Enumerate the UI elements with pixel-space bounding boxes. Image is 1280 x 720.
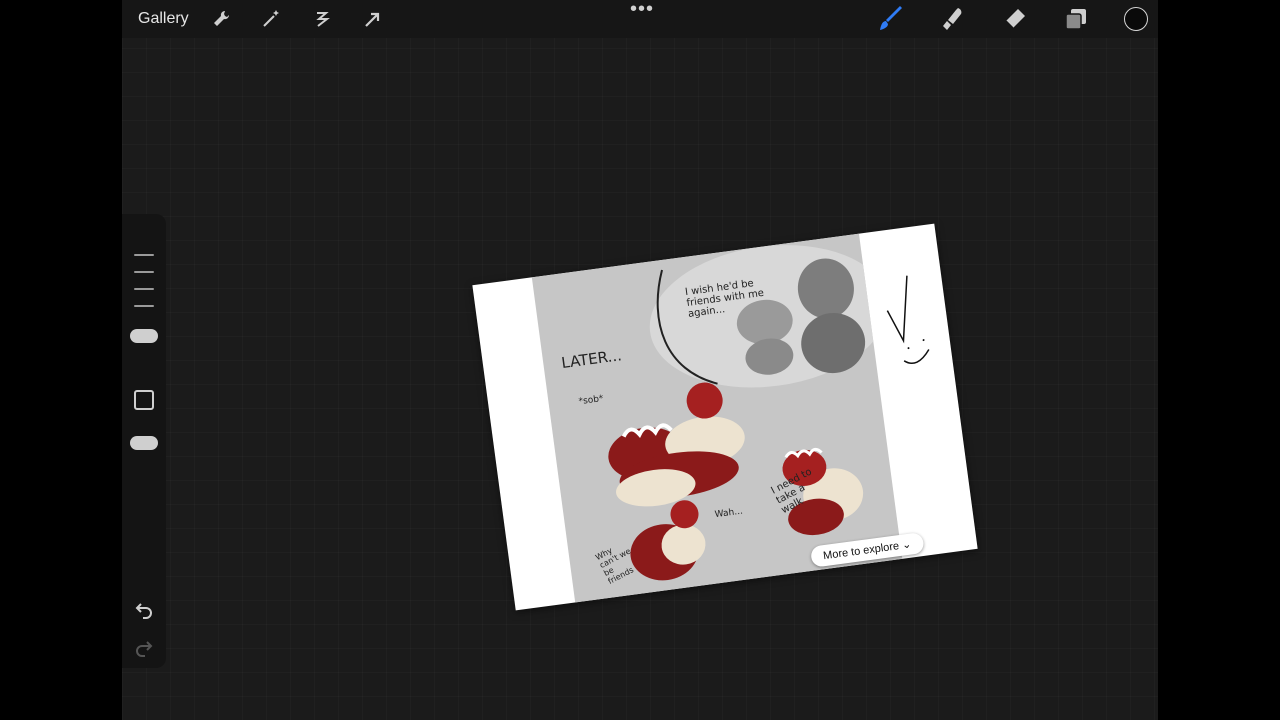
size-tick [134, 271, 154, 273]
redo-icon[interactable] [133, 636, 155, 658]
color-swatch-icon[interactable] [1124, 7, 1148, 31]
layers-icon[interactable] [1063, 6, 1089, 32]
modify-button[interactable] [134, 390, 154, 410]
more-dots-icon[interactable]: ••• [630, 0, 654, 19]
selection-icon[interactable] [311, 8, 333, 30]
left-sidebar [122, 214, 166, 668]
size-tick [134, 305, 154, 307]
undo-icon[interactable] [133, 598, 155, 620]
letterbox-left [0, 0, 122, 720]
chevron-down-icon: ⌄ [901, 538, 913, 552]
letterbox-right [1158, 0, 1280, 720]
hand-drawn-strokes [886, 275, 930, 364]
move-arrow-icon[interactable] [362, 8, 384, 30]
size-tick [134, 288, 154, 290]
eraser-icon[interactable] [1002, 6, 1028, 32]
gallery-button[interactable]: Gallery [138, 10, 189, 28]
smudge-icon[interactable] [940, 6, 966, 32]
magic-wand-icon[interactable] [260, 8, 282, 30]
size-tick [134, 254, 154, 256]
brush-icon[interactable] [878, 6, 904, 32]
wrench-icon[interactable] [210, 8, 232, 30]
drawing-canvas[interactable]: I wish he'd be friends with me again... … [472, 223, 978, 611]
top-toolbar: Gallery ••• [122, 0, 1158, 38]
opacity-slider[interactable] [130, 436, 158, 450]
brush-size-slider[interactable] [130, 329, 158, 343]
